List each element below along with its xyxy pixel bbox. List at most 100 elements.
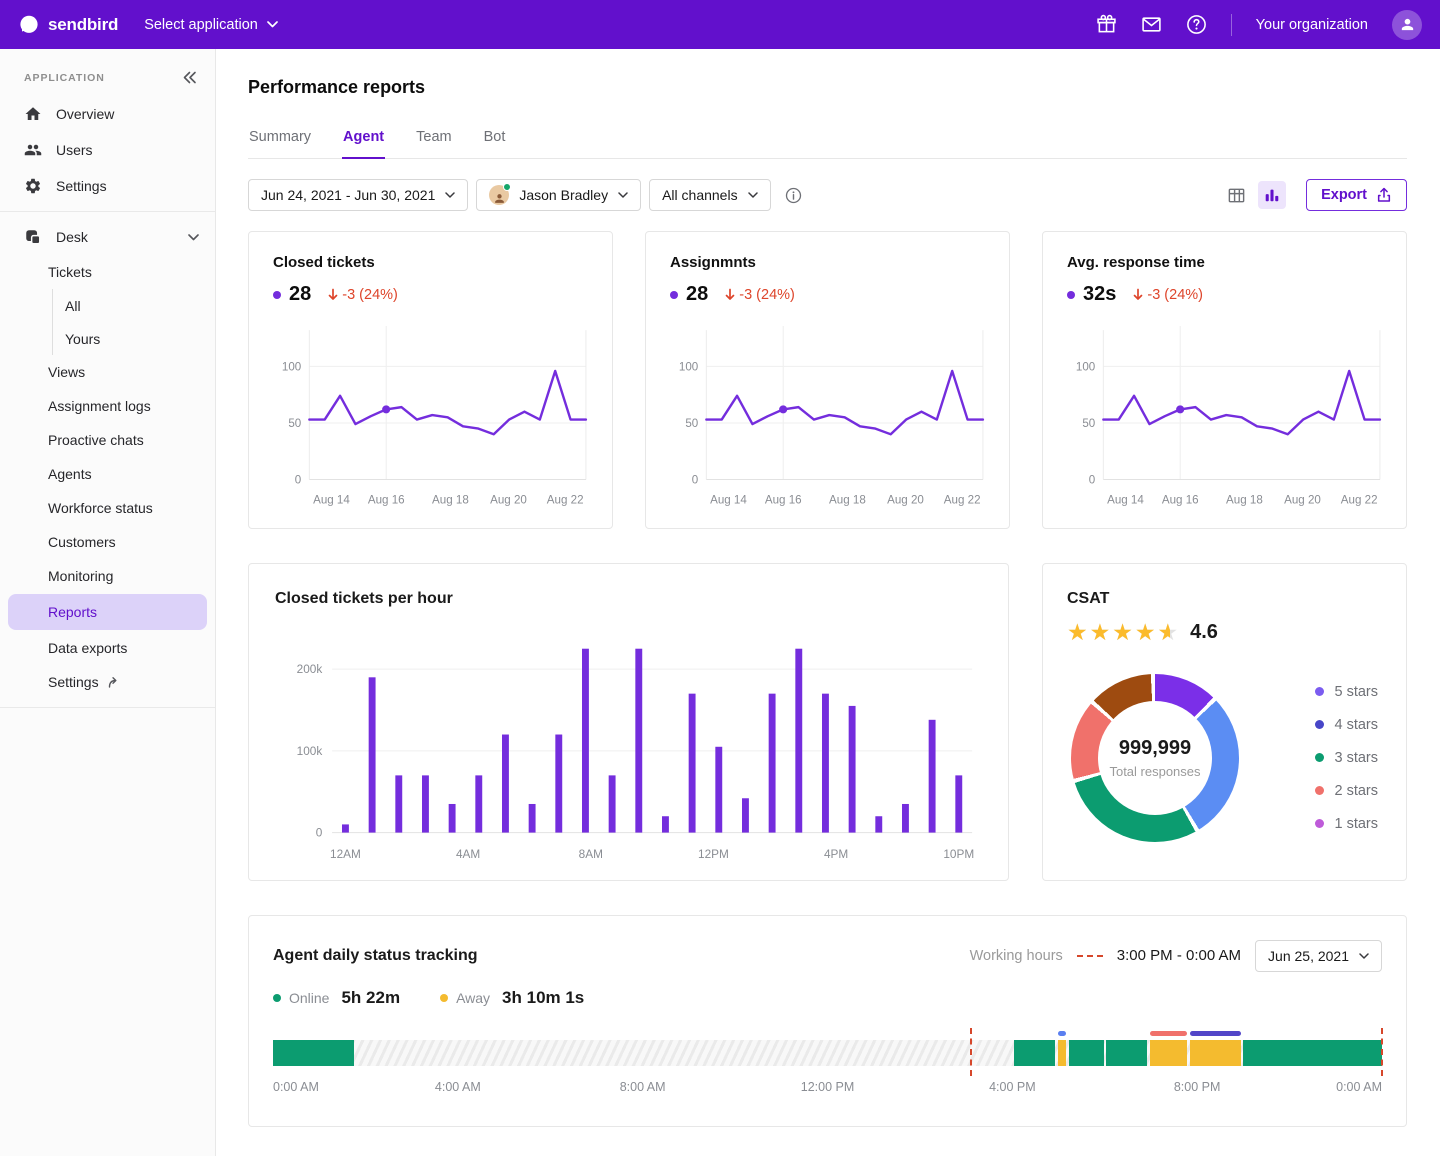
svg-text:100: 100 [679, 360, 698, 373]
help-icon[interactable] [1186, 14, 1207, 35]
divider [0, 211, 215, 212]
agent-daily-status-card: Agent daily status tracking Working hour… [248, 915, 1407, 1127]
svg-text:100: 100 [1076, 360, 1095, 373]
sidebar-item-customers[interactable]: Customers [0, 525, 215, 559]
channel-selector[interactable]: All channels [649, 179, 771, 211]
timeline-tick-label: 0:00 AM [1336, 1080, 1382, 1094]
svg-text:12AM: 12AM [330, 847, 361, 861]
sidebar-item-assignment-logs[interactable]: Assignment logs [0, 389, 215, 423]
status-segment-online [273, 1040, 354, 1066]
sidebar-item-users[interactable]: Users [0, 132, 215, 168]
csat-card: CSAT ★★★★★★★★★★ 4.6 999,999 Total respon… [1042, 563, 1407, 881]
card-title: Avg. response time [1067, 254, 1388, 271]
brand-name: sendbird [48, 15, 118, 35]
app-selector[interactable]: Select application [144, 17, 278, 33]
sidebar-item-workforce-status[interactable]: Workforce status [0, 491, 215, 525]
svg-text:Aug 16: Aug 16 [765, 494, 802, 507]
gift-icon[interactable] [1096, 14, 1117, 35]
table-view-toggle[interactable] [1222, 181, 1250, 209]
tab-bot[interactable]: Bot [483, 129, 507, 158]
sidebar-item-overview[interactable]: Overview [0, 96, 215, 132]
working-hours-label: Working hours [970, 948, 1063, 964]
filter-row: Jun 24, 2021 - Jun 30, 2021 Jason Bradle… [248, 179, 1407, 211]
online-duration: 5h 22m [341, 988, 400, 1008]
sidebar-collapse-icon[interactable] [182, 71, 197, 84]
sidebar-item-data-exports[interactable]: Data exports [0, 631, 215, 665]
sidebar-item-proactive-chats[interactable]: Proactive chats [0, 423, 215, 457]
export-icon [1376, 187, 1392, 203]
sidebar-item-label: Settings [56, 178, 107, 194]
working-hours-dash-sample [1077, 955, 1103, 957]
online-status-dot [503, 183, 511, 191]
mail-icon[interactable] [1141, 14, 1162, 35]
agent-selector[interactable]: Jason Bradley [476, 179, 641, 211]
svg-text:12PM: 12PM [698, 847, 729, 861]
tab-team[interactable]: Team [415, 129, 452, 158]
series-dot [273, 291, 281, 299]
online-label: Online [289, 990, 329, 1006]
svg-text:Aug 18: Aug 18 [1226, 494, 1263, 507]
closed-tickets-line-chart: 050100Aug 14Aug 16Aug 18Aug 20Aug 22 [273, 320, 594, 518]
legend-label: 2 stars [1334, 783, 1378, 799]
card-title: CSAT [1067, 590, 1382, 608]
metric-value: 32s [1083, 283, 1116, 306]
metric-delta: -3 (24%) [724, 287, 795, 303]
chart-view-toggle[interactable] [1258, 181, 1286, 209]
timeline-tick-label: 8:00 AM [620, 1080, 666, 1094]
series-dot [1067, 291, 1075, 299]
tab-agent[interactable]: Agent [342, 129, 385, 159]
export-label: Export [1321, 187, 1367, 203]
series-dot [670, 291, 678, 299]
timeline-tick-label: 4:00 AM [435, 1080, 481, 1094]
status-segment-away [1150, 1040, 1188, 1066]
status-segment-away [1190, 1040, 1241, 1066]
sidebar-item-tickets-all[interactable]: All [53, 289, 215, 322]
sidebar-item-desk[interactable]: Desk [0, 219, 215, 255]
sidebar-item-tickets[interactable]: Tickets [0, 255, 215, 289]
sidebar-item-monitoring[interactable]: Monitoring [0, 559, 215, 593]
working-hours-marker [970, 1028, 972, 1076]
status-date-selector[interactable]: Jun 25, 2021 [1255, 940, 1382, 972]
divider [0, 707, 215, 708]
working-hours-value: 3:00 PM - 0:00 AM [1117, 947, 1241, 964]
timeline-tick-label: 12:00 PM [801, 1080, 855, 1094]
channel-label: All channels [662, 187, 738, 203]
legend-dot [1315, 786, 1324, 795]
status-timeline-chart [273, 1040, 1382, 1066]
info-icon[interactable] [785, 187, 802, 204]
export-button[interactable]: Export [1306, 179, 1407, 211]
card-title: Closed tickets [273, 254, 594, 271]
report-tabs: Summary Agent Team Bot [248, 129, 1407, 159]
desk-icon [24, 228, 42, 246]
svg-text:Aug 16: Aug 16 [1162, 494, 1199, 507]
user-avatar[interactable] [1392, 10, 1422, 40]
sidebar-item-reports[interactable]: Reports [8, 594, 207, 630]
sidebar-item-settings[interactable]: Settings [0, 168, 215, 204]
status-segment-cap [1058, 1031, 1067, 1036]
csat-donut-chart: 999,999 Total responses [1071, 674, 1239, 842]
date-range-selector[interactable]: Jun 24, 2021 - Jun 30, 2021 [248, 179, 468, 211]
svg-text:50: 50 [1082, 417, 1095, 430]
avg-response-time-line-chart: 050100Aug 14Aug 16Aug 18Aug 20Aug 22 [1067, 320, 1388, 518]
star-icon: ★★ [1090, 621, 1111, 644]
sidebar-item-desk-settings[interactable]: Settings [0, 665, 215, 699]
agent-name-label: Jason Bradley [519, 187, 608, 203]
sidebar-item-tickets-yours[interactable]: Yours [53, 322, 215, 355]
sidebar-item-views[interactable]: Views [0, 355, 215, 389]
chevron-down-icon[interactable] [188, 234, 199, 241]
svg-text:Aug 14: Aug 14 [1107, 494, 1144, 507]
closed-tickets-per-hour-card: Closed tickets per hour 0100k200k12AM4AM… [248, 563, 1009, 881]
sidebar-item-label: Overview [56, 106, 114, 122]
status-legend: Online 5h 22m Away 3h 10m 1s [273, 988, 1382, 1008]
chevron-down-icon [748, 192, 758, 198]
svg-text:Aug 22: Aug 22 [944, 494, 981, 507]
sidebar-item-agents[interactable]: Agents [0, 457, 215, 491]
working-hours-marker [1381, 1028, 1383, 1076]
closed-tickets-card: Closed tickets 28 -3 (24%) 050100Aug 14A… [248, 231, 613, 529]
tab-summary[interactable]: Summary [248, 129, 312, 158]
status-segment-online [1014, 1040, 1056, 1066]
away-dot [440, 994, 448, 1002]
svg-text:10PM: 10PM [943, 847, 974, 861]
legend-label: 1 stars [1334, 816, 1378, 832]
csat-legend-item: 3 stars [1315, 750, 1378, 766]
